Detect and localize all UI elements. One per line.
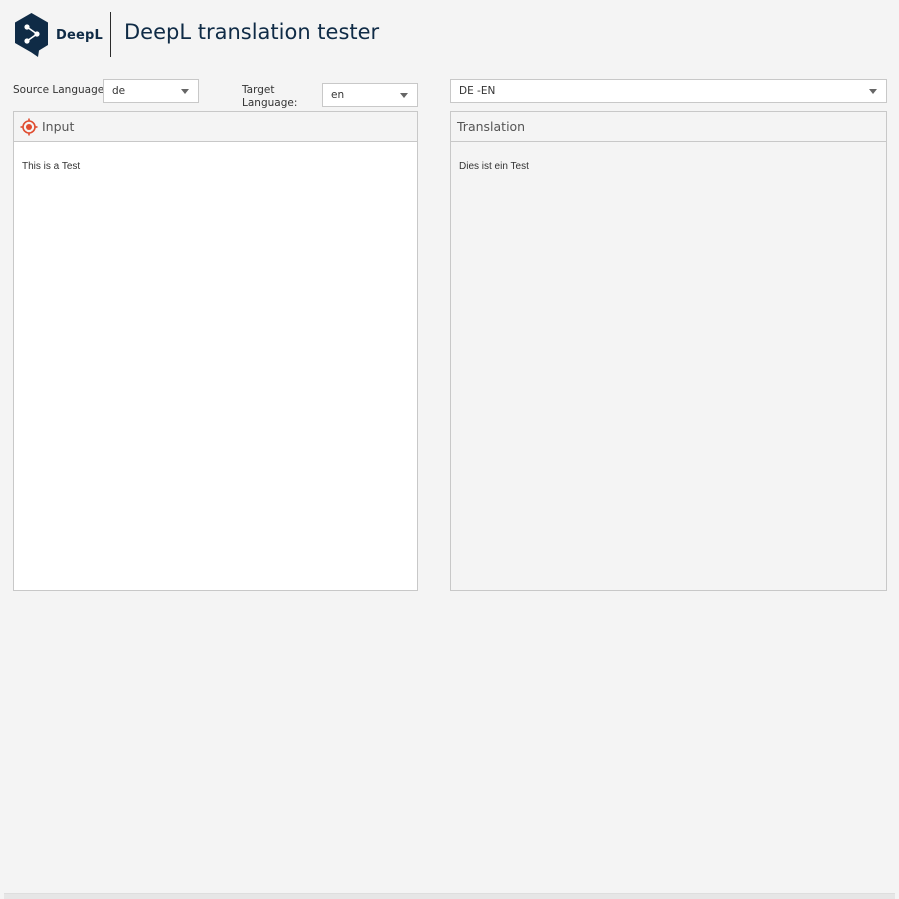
logo-wordmark: DeepL [56,27,104,43]
source-language-label: Source Language: [13,84,108,96]
target-language-label-line2: Language: [242,97,298,109]
target-icon [20,118,38,135]
source-language-value: de [112,85,126,97]
input-panel-title: Input [42,119,75,134]
deepl-logo-icon [15,13,48,57]
deepl-logo[interactable]: DeepL [13,12,103,58]
source-language-select[interactable]: de [103,79,199,103]
app-header: DeepL DeepL translation tester [0,0,899,70]
target-language-value: en [331,89,345,101]
page-title: DeepL translation tester [124,20,380,44]
target-language-label-line1: Target [242,84,275,96]
target-language-label: Target Language: [242,84,297,110]
horizontal-scrollbar[interactable] [4,893,895,899]
chevron-down-icon [869,89,877,94]
language-pair-value: DE -EN [459,85,496,97]
translation-panel-title: Translation [457,119,526,134]
input-panel-header: Input [14,112,417,142]
translation-text: Dies ist ein Test [459,161,529,172]
input-text-area[interactable]: This is a Test [14,142,417,590]
header-divider [110,12,111,57]
input-text: This is a Test [22,161,81,172]
translation-panel: Translation Dies ist ein Test [450,111,887,591]
translation-output: Dies ist ein Test [451,142,886,590]
chevron-down-icon [400,93,408,98]
target-language-select[interactable]: en [322,83,418,107]
translation-panel-header: Translation [451,112,886,142]
input-panel: Input This is a Test [13,111,418,591]
chevron-down-icon [181,89,189,94]
language-pair-select[interactable]: DE -EN [450,79,887,103]
